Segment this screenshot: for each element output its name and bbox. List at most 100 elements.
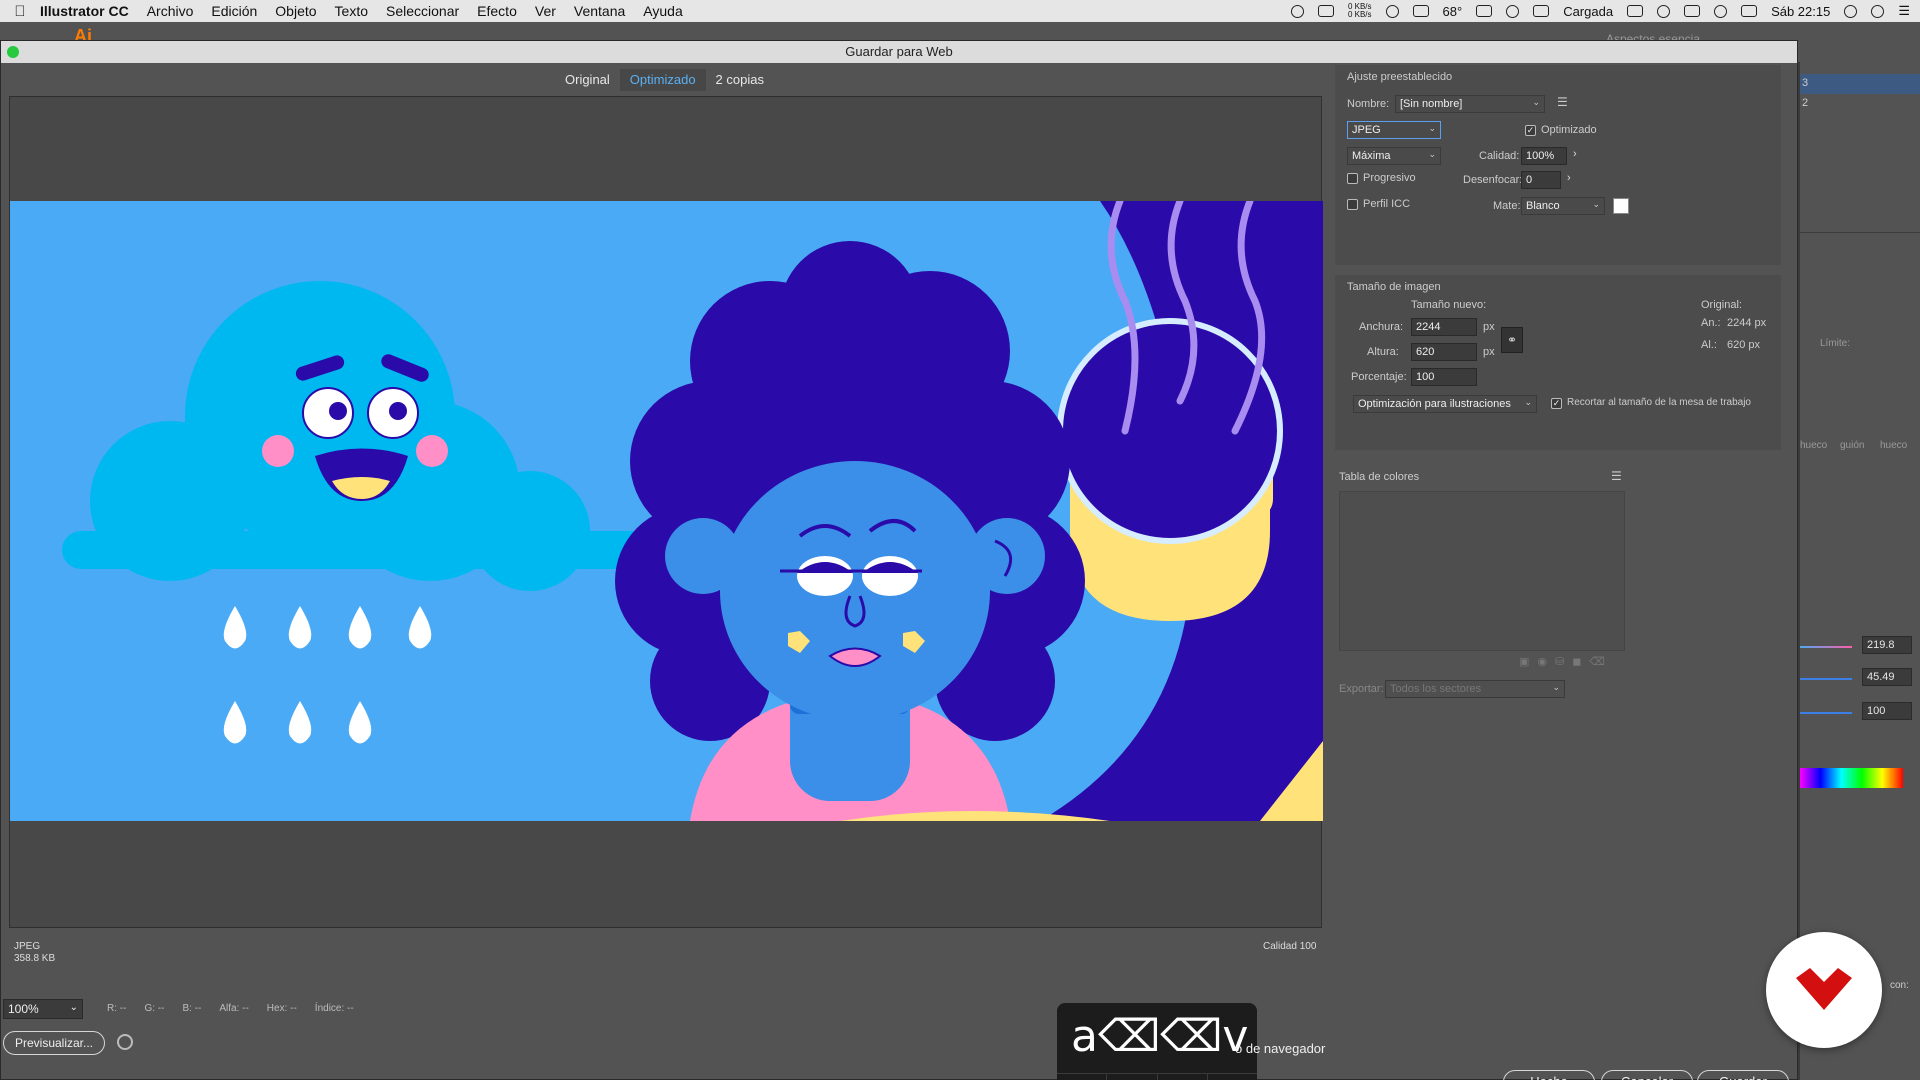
color-b-value[interactable]: 100 — [1862, 702, 1912, 720]
blur-field[interactable]: 0 — [1521, 171, 1561, 189]
temperature: 68° — [1442, 3, 1463, 19]
readout-index: Índice: -- — [314, 1003, 354, 1014]
window-zoom-button[interactable] — [7, 46, 19, 58]
battery-icon[interactable] — [1741, 5, 1758, 17]
menu-texto[interactable]: Texto — [335, 3, 368, 19]
tab-optimized[interactable]: Optimizado — [619, 69, 706, 91]
save-button[interactable]: Guardar — [1697, 1070, 1789, 1080]
preview-button[interactable]: Previsualizar... — [3, 1031, 105, 1055]
link-icon[interactable]: ⚭ — [1501, 327, 1523, 353]
resample-value: Optimización para ilustraciones — [1358, 398, 1511, 410]
record-icon[interactable] — [1290, 4, 1304, 18]
stroke-gap-label: hueco — [1800, 440, 1828, 451]
color-spectrum[interactable] — [1800, 768, 1903, 788]
color-s-value[interactable]: 45.49 — [1862, 668, 1912, 686]
format-select[interactable]: JPEG ⌄ — [1347, 121, 1441, 139]
preset-name-label: Nombre: — [1347, 98, 1390, 110]
app-right-panels: 3 2 Límite: hueco guión hueco con: — [1800, 62, 1920, 1080]
image-size-section: Tamaño de imagen Tamaño nuevo: Anchura: … — [1335, 275, 1781, 450]
icc-profile-checkbox[interactable] — [1347, 199, 1358, 210]
layer-row[interactable]: 3 — [1800, 74, 1920, 94]
lock-icon[interactable]: ⛁ — [1555, 655, 1564, 668]
menu-ventana[interactable]: Ventana — [574, 3, 625, 19]
spotlight-icon[interactable] — [1844, 4, 1858, 18]
stroke-gap-label-2: hueco — [1880, 440, 1908, 451]
crop-artboard-checkbox[interactable]: ✓ — [1551, 398, 1562, 409]
display-icon[interactable] — [1476, 5, 1493, 17]
menu-efecto[interactable]: Efecto — [477, 3, 517, 19]
eye-icon[interactable] — [1385, 4, 1399, 18]
height-field[interactable]: 620 — [1411, 343, 1477, 361]
matte-label: Mate: — [1493, 200, 1521, 212]
tab-2-up[interactable]: 2 copias — [706, 69, 774, 91]
preview-area[interactable] — [9, 96, 1323, 928]
trash-icon[interactable]: ⌫ — [1589, 655, 1605, 668]
preset-menu-icon[interactable]: ☰ — [1557, 95, 1568, 109]
progressive-checkbox[interactable] — [1347, 173, 1358, 184]
preset-name-select[interactable]: [Sin nombre] ⌄ — [1395, 95, 1545, 113]
color-h-value[interactable]: 219.8 — [1862, 636, 1912, 654]
menu-ayuda[interactable]: Ayuda — [643, 3, 682, 19]
blur-label: Desenfocar: — [1463, 174, 1523, 186]
image-size-title: Tamaño de imagen — [1347, 281, 1441, 293]
keystroke-text: a⌫⌫v — [1071, 1011, 1249, 1062]
tab-original[interactable]: Original — [555, 69, 620, 91]
menu-objeto[interactable]: Objeto — [275, 3, 316, 19]
memory-icon[interactable] — [1412, 5, 1429, 17]
percent-field[interactable]: 100 — [1411, 368, 1477, 386]
zoom-select[interactable]: 100% ⌄ — [3, 999, 83, 1019]
hue-slider[interactable] — [1800, 646, 1852, 648]
quality-label: Calidad: — [1479, 150, 1520, 162]
menu-archivo[interactable]: Archivo — [147, 3, 194, 19]
brightness-slider[interactable] — [1800, 712, 1852, 714]
battery-small-icon[interactable] — [1533, 5, 1550, 17]
menu-seleccionar[interactable]: Seleccionar — [386, 3, 459, 19]
chevron-down-icon: ⌄ — [1552, 682, 1560, 692]
original-width-label: An.: — [1701, 317, 1721, 329]
saturation-slider[interactable] — [1800, 678, 1852, 680]
layer-row[interactable]: 2 — [1800, 94, 1920, 114]
readout-r: R: -- — [107, 1003, 127, 1014]
height-label: Altura: — [1367, 346, 1399, 358]
menu-edicion[interactable]: Edición — [211, 3, 257, 19]
cloud-icon[interactable] — [1627, 5, 1644, 17]
dialog-titlebar: Guardar para Web — [1, 41, 1797, 63]
dialog-title: Guardar para Web — [845, 44, 953, 59]
globe-icon[interactable] — [117, 1034, 133, 1050]
face — [720, 461, 990, 721]
quality-preset-select[interactable]: Máxima ⌄ — [1347, 147, 1441, 165]
color-table-menu-icon[interactable]: ☰ — [1611, 469, 1622, 483]
airplay-icon[interactable] — [1684, 5, 1701, 17]
command-icon[interactable] — [1317, 5, 1334, 17]
web-shift-icon[interactable]: ◉ — [1537, 655, 1547, 668]
map-transparent-icon[interactable]: ▣ — [1519, 655, 1529, 668]
siri-icon[interactable] — [1871, 4, 1885, 18]
cancel-button[interactable]: Cancelar — [1601, 1070, 1693, 1080]
menu-ver[interactable]: Ver — [535, 3, 556, 19]
dropbox-icon[interactable] — [1506, 4, 1520, 18]
quality-field[interactable]: 100% — [1521, 147, 1567, 165]
optimized-info: JPEG 358.8 KB — [14, 941, 55, 965]
optimized-checkbox[interactable]: ✓ — [1525, 125, 1536, 136]
matte-color-swatch[interactable] — [1613, 198, 1629, 214]
color-table[interactable] — [1339, 491, 1625, 651]
wifi-icon[interactable] — [1657, 4, 1671, 18]
mug-opening — [1057, 318, 1283, 544]
notification-icon[interactable]: ☰ — [1898, 3, 1910, 19]
blur-slider-arrow-icon[interactable]: › — [1567, 172, 1571, 184]
width-field[interactable]: 2244 — [1411, 318, 1477, 336]
done-button[interactable]: Hecho — [1503, 1070, 1595, 1080]
resample-select[interactable]: Optimización para ilustraciones ⌄ — [1353, 395, 1537, 413]
preset-settings: Ajuste preestablecido Nombre: [Sin nombr… — [1335, 65, 1781, 265]
quality-slider-arrow-icon[interactable]: › — [1573, 148, 1577, 160]
limit-label: Límite: — [1820, 338, 1851, 349]
export-select[interactable]: Todos los sectores ⌄ — [1385, 680, 1565, 698]
new-color-icon[interactable]: ◼ — [1572, 655, 1581, 668]
browser-preview-label[interactable]: o de navegador — [1235, 1041, 1325, 1056]
panel-divider — [1800, 232, 1920, 233]
volume-icon[interactable] — [1714, 4, 1728, 18]
matte-select[interactable]: Blanco ⌄ — [1521, 197, 1605, 215]
view-tabs: Original Optimizado 2 copias — [555, 69, 774, 91]
menu-app-name[interactable]: Illustrator CC — [40, 3, 129, 19]
apple-icon[interactable]:  — [0, 3, 40, 20]
